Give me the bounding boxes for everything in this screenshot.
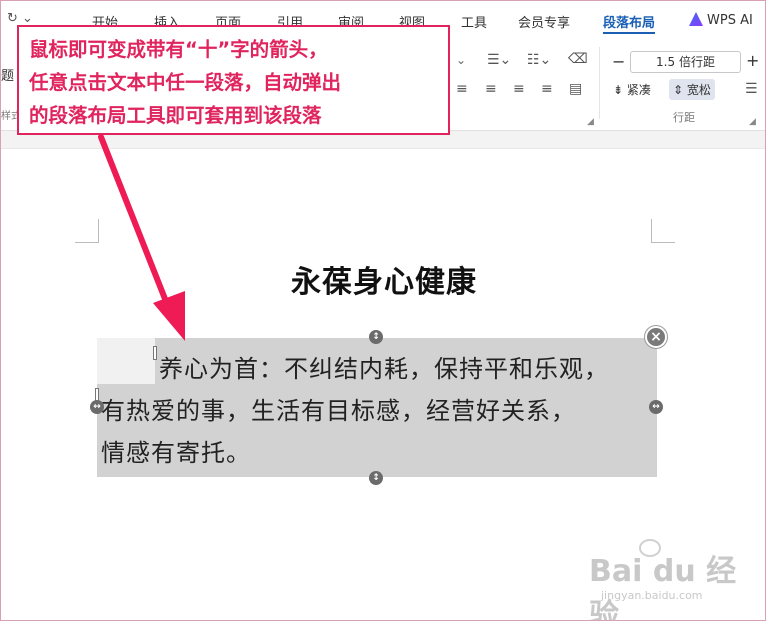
watermark-url: jingyan.baidu.com: [601, 589, 703, 602]
annotation-arrow: [98, 134, 185, 341]
app-window: ↻ ⌄ 开始 插入 页面 引用 审阅 视图 工具 会员专享 段落布局 WPS A…: [0, 0, 766, 621]
watermark-logo: Bai du 经验: [589, 554, 737, 621]
